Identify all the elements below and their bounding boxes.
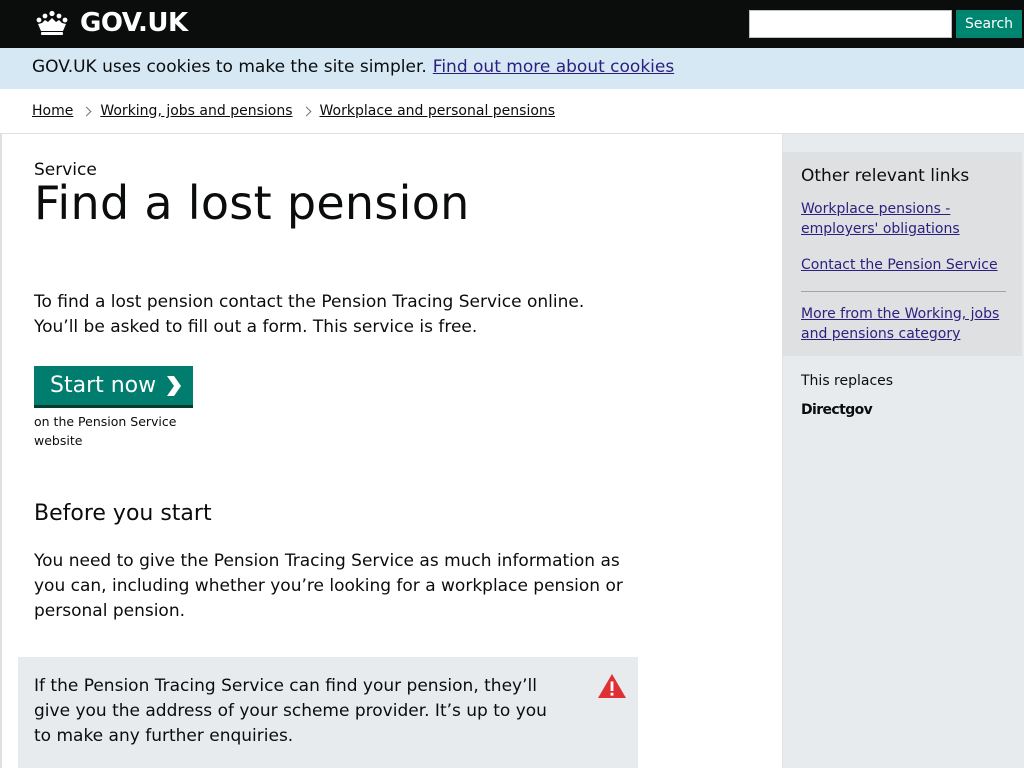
breadcrumb-home[interactable]: Home [32,103,73,119]
crown-icon [36,10,68,35]
directgov-logo: Directgov [801,402,873,418]
intro-line-2: You’ll be asked to fill out a form. This… [34,317,478,337]
govuk-logo-link[interactable]: GOV.UK [34,8,188,38]
related-links-box: Other relevant links Workplace pensions … [782,152,1022,356]
related-link-contact-pension-service[interactable]: Contact the Pension Service [801,255,1016,275]
warning-callout: If the Pension Tracing Service can find … [18,657,638,768]
related-links-title: Other relevant links [801,166,970,186]
site-header: GOV.UK Search [0,0,1024,48]
logo-text: GOV.UK [80,8,188,38]
page-title: Find a lost pension [34,176,470,230]
section-heading: Before you start [34,501,212,526]
cookie-message: GOV.UK uses cookies to make the site sim… [32,57,674,77]
related-link-more-category[interactable]: More from the Working, jobs and pensions… [801,304,1016,344]
cookie-text: GOV.UK uses cookies to make the site sim… [32,57,427,77]
search-input[interactable] [749,10,952,38]
intro-line-1: To find a lost pension contact the Pensi… [34,292,585,312]
chevron-right-icon [81,106,92,116]
cookie-banner: GOV.UK uses cookies to make the site sim… [0,48,1024,89]
start-now-label: Start now [50,373,157,398]
search-button[interactable]: Search [956,10,1022,38]
chevron-right-icon [165,375,182,396]
intro-text: To find a lost pension contact the Pensi… [34,290,624,340]
start-button-note: on the Pension Service website [34,414,177,448]
breadcrumb: Home Working, jobs and pensions Workplac… [32,102,555,120]
start-now-button[interactable]: Start now [34,366,193,405]
breadcrumb-workplace-personal-pensions[interactable]: Workplace and personal pensions [320,103,556,119]
breadcrumb-working-jobs-pensions[interactable]: Working, jobs and pensions [100,103,292,119]
replaces-label: This replaces [801,373,894,389]
related-links-divider [801,291,1006,292]
cookie-info-link[interactable]: Find out more about cookies [433,57,674,77]
callout-text: If the Pension Tracing Service can find … [34,676,547,746]
related-link-employers-obligations[interactable]: Workplace pensions - employers' obligati… [801,199,1016,239]
section-body: You need to give the Pension Tracing Ser… [34,551,623,621]
warning-icon [598,674,626,698]
main-left-border [0,134,2,768]
chevron-right-icon [301,106,311,116]
